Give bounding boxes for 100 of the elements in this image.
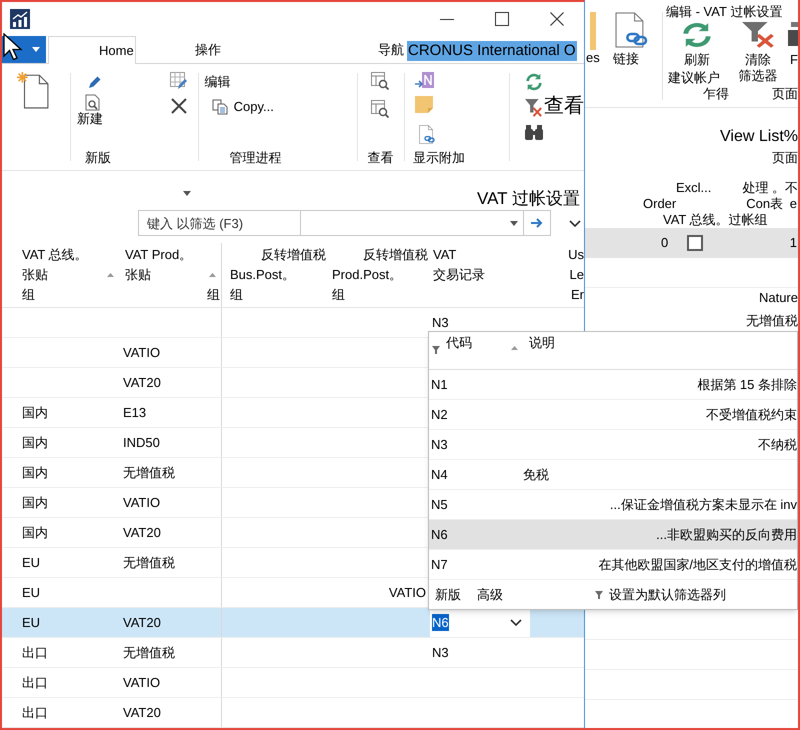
grid-edit-icon[interactable]: [170, 72, 188, 90]
lookup-row[interactable]: N6 ...非欧盟购买的反向费用: [429, 520, 797, 550]
table-cell-text: VAT20: [123, 524, 161, 542]
ribbon-tab[interactable]: Home: [48, 36, 136, 64]
group-label: 新版: [84, 149, 111, 168]
caret-icon: [183, 191, 191, 196]
set-default-filter-button[interactable]: 设置为默认筛选器列: [595, 586, 726, 604]
table-cell-text: 出口: [22, 704, 48, 722]
table-cell-text: 国内: [22, 434, 48, 452]
table-cell-text: 0: [661, 234, 668, 252]
table-cell-text: 国内: [22, 464, 48, 482]
table-cell-text: N3: [432, 314, 449, 332]
lookup-row[interactable]: N7 在其他欧盟国家/地区支付的增值税: [429, 550, 797, 580]
group-label: 页面: [772, 150, 798, 166]
checkbox[interactable]: [687, 235, 704, 251]
column-header[interactable]: VAT 总线。 张贴 组: [2, 243, 120, 307]
ribbon-button[interactable]: F: [783, 22, 798, 68]
table-cell: N5: [431, 496, 448, 512]
table-cell: N6: [431, 526, 448, 542]
lookup-row[interactable]: N1 根据第 15 条排除: [429, 370, 797, 400]
table-cell-text: 不纳税: [758, 436, 797, 454]
table-cell-text: VATIO: [123, 494, 160, 512]
close-icon: [550, 12, 564, 26]
table-cell: N2: [431, 406, 448, 422]
column-header[interactable]: VAT 交易记录: [430, 243, 530, 307]
column-header[interactable]: 反转增值税 Prod.Post。 组: [330, 243, 430, 307]
binoculars-icon[interactable]: [525, 125, 543, 140]
grid-row[interactable]: 0 1: [585, 228, 798, 258]
column-header[interactable]: VAT Prod。 张贴 组: [120, 243, 222, 307]
table-cell: N1: [431, 376, 448, 392]
filter-field[interactable]: 键入 以筛选 (F3): [138, 210, 300, 236]
sort-arrow-icon: [107, 273, 114, 277]
column-header: 处理 。不: [742, 180, 798, 196]
grid-search-icon[interactable]: [371, 72, 390, 90]
table-cell: N3: [431, 436, 448, 452]
linked-document-icon[interactable]: [615, 12, 648, 48]
chevron-down-icon: [510, 619, 522, 626]
maximize-icon: [494, 12, 508, 26]
table-row[interactable]: EU VAT20 N6: [2, 608, 584, 638]
table-cell-text: 无增值税: [123, 464, 175, 482]
footer-button[interactable]: 新版: [435, 586, 461, 604]
dropdown-field[interactable]: N6: [430, 608, 530, 637]
page-heading: View List%: [720, 127, 798, 147]
table-cell-text: 在其他欧盟国家/地区支付的增值税: [598, 556, 797, 574]
page-title: VAT 过帐设置: [477, 188, 580, 210]
table-cell-text: E13: [123, 404, 146, 422]
table-cell: 无增值税: [746, 312, 798, 330]
lookup-row[interactable]: N5 ...保证金增值税方案未显示在 inv: [429, 490, 797, 520]
search-button[interactable]: [524, 210, 551, 236]
table-cell-text: 免税: [523, 466, 549, 484]
table-row[interactable]: 出口 无增值税 N3: [2, 638, 584, 668]
notebook-icon[interactable]: [415, 72, 436, 90]
table-row[interactable]: 出口 VATIO: [2, 668, 584, 698]
window-title: 编辑 - VAT 过帐设置: [665, 3, 784, 20]
refresh-icon[interactable]: [525, 73, 543, 91]
table-cell-text: EU: [22, 614, 40, 632]
ribbon-tab[interactable]: 导航: [376, 36, 406, 63]
column-header: Nature: [758, 289, 798, 308]
document-search-icon[interactable]: [84, 94, 100, 111]
edit-button[interactable]: 编辑: [204, 74, 231, 90]
table-cell-text: 不受增值税约束: [706, 406, 797, 424]
column-header[interactable]: 反转增值税 Bus.Post。 组: [222, 243, 330, 307]
footer-button[interactable]: 高级: [477, 586, 503, 604]
table-cell-text: 出口: [22, 674, 48, 692]
ribbon-label: 乍得: [703, 86, 729, 102]
new-document-icon[interactable]: [16, 71, 50, 109]
chevron-down-icon: [569, 220, 581, 226]
linked-document-icon[interactable]: [419, 125, 436, 144]
pencil-icon[interactable]: [88, 76, 101, 89]
tile-icon: [788, 22, 798, 48]
new-button[interactable]: 新建: [76, 111, 103, 127]
refresh-icon: [681, 22, 713, 48]
refresh-button[interactable]: 刷新: [681, 22, 713, 68]
grid-search-icon[interactable]: [371, 100, 390, 118]
table-cell-text: VAT20: [123, 374, 161, 392]
table-cell: N4: [431, 466, 448, 482]
table-cell-text: 无增值税: [123, 644, 175, 662]
x-mark-icon[interactable]: [170, 98, 187, 114]
clear-filter-button[interactable]: 清除 筛选器: [733, 22, 783, 84]
group-label: 查看: [544, 95, 584, 117]
column-header[interactable]: Us Le Er: [530, 243, 584, 307]
lookup-row[interactable]: N4 免税: [429, 460, 797, 490]
filter-clear-icon[interactable]: [525, 99, 542, 117]
filter-clear-icon: [742, 22, 774, 48]
table-cell-text: VATIO: [388, 584, 426, 602]
table-cell-text: VAT20: [123, 614, 161, 632]
ribbon-tab[interactable]: 操作: [181, 36, 235, 63]
company-name[interactable]: CRONUS International O: [407, 41, 577, 61]
table-row[interactable]: 出口 VAT20: [2, 698, 584, 728]
copy-button[interactable]: Copy...: [212, 99, 274, 115]
table-cell-text: 国内: [22, 404, 48, 422]
table-cell-text: 根据第 15 条排除: [697, 376, 797, 394]
column-header: VAT 总线。过帐组: [663, 212, 768, 228]
group-label: 查看: [367, 149, 394, 168]
filter-icon: [595, 590, 603, 598]
caret-icon: [510, 220, 518, 226]
table-cell: N7: [431, 556, 448, 572]
lookup-row[interactable]: N2 不受增值税约束: [429, 400, 797, 430]
lookup-row[interactable]: N3 不纳税: [429, 430, 797, 460]
link-button[interactable]: 链接: [611, 0, 662, 67]
